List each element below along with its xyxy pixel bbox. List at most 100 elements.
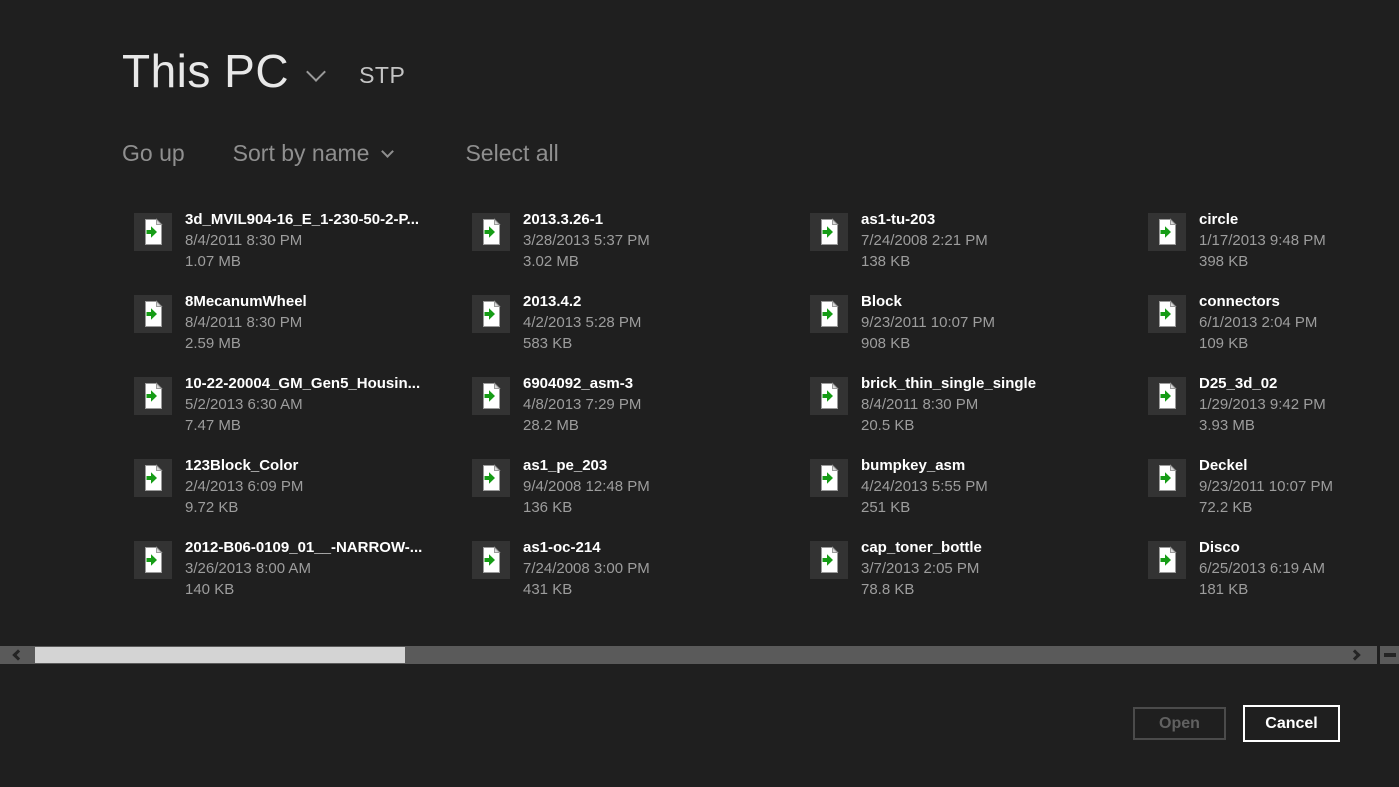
chevron-down-icon (382, 145, 395, 158)
file-name: 2013.3.26-1 (523, 208, 650, 230)
file-date: 7/24/2008 2:21 PM (861, 230, 988, 251)
scrollbar-thumb[interactable] (35, 647, 405, 663)
file-text: as1_pe_203 9/4/2008 12:48 PM 136 KB (523, 454, 650, 518)
file-item[interactable]: Deckel 9/23/2011 10:07 PM 72.2 KB (1148, 454, 1399, 536)
file-item[interactable]: 3d_MVIL904-16_E_1-230-50-2-P... 8/4/2011… (134, 208, 472, 290)
file-text: 6904092_asm-3 4/8/2013 7:29 PM 28.2 MB (523, 372, 641, 436)
document-file-icon (472, 213, 510, 251)
select-all-button[interactable]: Select all (465, 140, 558, 167)
file-text: bumpkey_asm 4/24/2013 5:55 PM 251 KB (861, 454, 988, 518)
go-up-button[interactable]: Go up (122, 140, 185, 167)
file-text: 123Block_Color 2/4/2013 6:09 PM 9.72 KB (185, 454, 303, 518)
file-grid: 3d_MVIL904-16_E_1-230-50-2-P... 8/4/2011… (134, 208, 1399, 618)
file-name: 3d_MVIL904-16_E_1-230-50-2-P... (185, 208, 419, 230)
document-file-icon (472, 459, 510, 497)
scroll-left-arrow-icon[interactable] (12, 649, 23, 660)
file-date: 3/26/2013 8:00 AM (185, 558, 422, 579)
file-size: 3.02 MB (523, 251, 650, 272)
cancel-button[interactable]: Cancel (1243, 705, 1340, 742)
file-item[interactable]: Disco 6/25/2013 6:19 AM 181 KB (1148, 536, 1399, 618)
file-size: 20.5 KB (861, 415, 1036, 436)
file-date: 8/4/2011 8:30 PM (185, 312, 307, 333)
file-size: 583 KB (523, 333, 641, 354)
document-file-icon (810, 295, 848, 333)
chevron-down-icon[interactable] (306, 62, 326, 82)
file-date: 7/24/2008 3:00 PM (523, 558, 650, 579)
file-size: 138 KB (861, 251, 988, 272)
file-text: 2012-B06-0109_01__-NARROW-... 3/26/2013 … (185, 536, 422, 600)
file-item[interactable]: connectors 6/1/2013 2:04 PM 109 KB (1148, 290, 1399, 372)
file-item[interactable]: as1-oc-214 7/24/2008 3:00 PM 431 KB (472, 536, 810, 618)
document-file-icon (1148, 377, 1186, 415)
horizontal-scrollbar (0, 646, 1399, 664)
document-file-icon (472, 295, 510, 333)
file-name: circle (1199, 208, 1326, 230)
file-date: 3/28/2013 5:37 PM (523, 230, 650, 251)
file-text: 8MecanumWheel 8/4/2011 8:30 PM 2.59 MB (185, 290, 307, 354)
file-size: 1.07 MB (185, 251, 419, 272)
file-date: 9/23/2011 10:07 PM (1199, 476, 1333, 497)
file-type-filter-label: STP (359, 62, 405, 89)
file-item[interactable]: circle 1/17/2013 9:48 PM 398 KB (1148, 208, 1399, 290)
file-item[interactable]: 8MecanumWheel 8/4/2011 8:30 PM 2.59 MB (134, 290, 472, 372)
sort-by-button[interactable]: Sort by name (233, 140, 393, 167)
file-text: 2013.4.2 4/2/2013 5:28 PM 583 KB (523, 290, 641, 354)
file-size: 251 KB (861, 497, 988, 518)
file-item[interactable]: cap_toner_bottle 3/7/2013 2:05 PM 78.8 K… (810, 536, 1148, 618)
file-name: brick_thin_single_single (861, 372, 1036, 394)
document-file-icon (134, 213, 172, 251)
file-item[interactable]: brick_thin_single_single 8/4/2011 8:30 P… (810, 372, 1148, 454)
document-file-icon (472, 377, 510, 415)
file-item[interactable]: 10-22-20004_GM_Gen5_Housin... 5/2/2013 6… (134, 372, 472, 454)
file-item[interactable]: 2013.4.2 4/2/2013 5:28 PM 583 KB (472, 290, 810, 372)
file-size: 908 KB (861, 333, 995, 354)
location-title[interactable]: This PC (122, 46, 289, 97)
scroll-right-arrow-icon[interactable] (1349, 649, 1360, 660)
file-item[interactable]: as1_pe_203 9/4/2008 12:48 PM 136 KB (472, 454, 810, 536)
file-item[interactable]: bumpkey_asm 4/24/2013 5:55 PM 251 KB (810, 454, 1148, 536)
document-file-icon (1148, 541, 1186, 579)
header: This PC STP (122, 46, 405, 97)
file-text: as1-tu-203 7/24/2008 2:21 PM 138 KB (861, 208, 988, 272)
file-name: 2012-B06-0109_01__-NARROW-... (185, 536, 422, 558)
file-size: 140 KB (185, 579, 422, 600)
document-file-icon (472, 541, 510, 579)
file-text: as1-oc-214 7/24/2008 3:00 PM 431 KB (523, 536, 650, 600)
file-name: bumpkey_asm (861, 454, 988, 476)
document-file-icon (810, 377, 848, 415)
scrollbar-track[interactable] (0, 646, 1377, 664)
file-size: 78.8 KB (861, 579, 982, 600)
file-date: 1/29/2013 9:42 PM (1199, 394, 1326, 415)
file-item[interactable]: 2013.3.26-1 3/28/2013 5:37 PM 3.02 MB (472, 208, 810, 290)
file-size: 398 KB (1199, 251, 1326, 272)
file-name: Block (861, 290, 995, 312)
file-item[interactable]: Block 9/23/2011 10:07 PM 908 KB (810, 290, 1148, 372)
file-item[interactable]: 2012-B06-0109_01__-NARROW-... 3/26/2013 … (134, 536, 472, 618)
file-text: circle 1/17/2013 9:48 PM 398 KB (1199, 208, 1326, 272)
document-file-icon (134, 295, 172, 333)
file-size: 431 KB (523, 579, 650, 600)
document-file-icon (810, 541, 848, 579)
file-item[interactable]: D25_3d_02 1/29/2013 9:42 PM 3.93 MB (1148, 372, 1399, 454)
file-name: 6904092_asm-3 (523, 372, 641, 394)
file-name: Disco (1199, 536, 1325, 558)
semantic-zoom-out-button[interactable] (1380, 646, 1399, 664)
open-button[interactable]: Open (1133, 707, 1226, 740)
file-name: as1-oc-214 (523, 536, 650, 558)
document-file-icon (134, 459, 172, 497)
file-name: Deckel (1199, 454, 1333, 476)
file-size: 136 KB (523, 497, 650, 518)
document-file-icon (1148, 459, 1186, 497)
file-text: cap_toner_bottle 3/7/2013 2:05 PM 78.8 K… (861, 536, 982, 600)
file-name: cap_toner_bottle (861, 536, 982, 558)
file-item[interactable]: 6904092_asm-3 4/8/2013 7:29 PM 28.2 MB (472, 372, 810, 454)
file-item[interactable]: 123Block_Color 2/4/2013 6:09 PM 9.72 KB (134, 454, 472, 536)
file-name: as1_pe_203 (523, 454, 650, 476)
document-file-icon (1148, 295, 1186, 333)
file-name: D25_3d_02 (1199, 372, 1326, 394)
file-size: 72.2 KB (1199, 497, 1333, 518)
file-item[interactable]: as1-tu-203 7/24/2008 2:21 PM 138 KB (810, 208, 1148, 290)
file-date: 2/4/2013 6:09 PM (185, 476, 303, 497)
file-size: 3.93 MB (1199, 415, 1326, 436)
file-name: connectors (1199, 290, 1317, 312)
